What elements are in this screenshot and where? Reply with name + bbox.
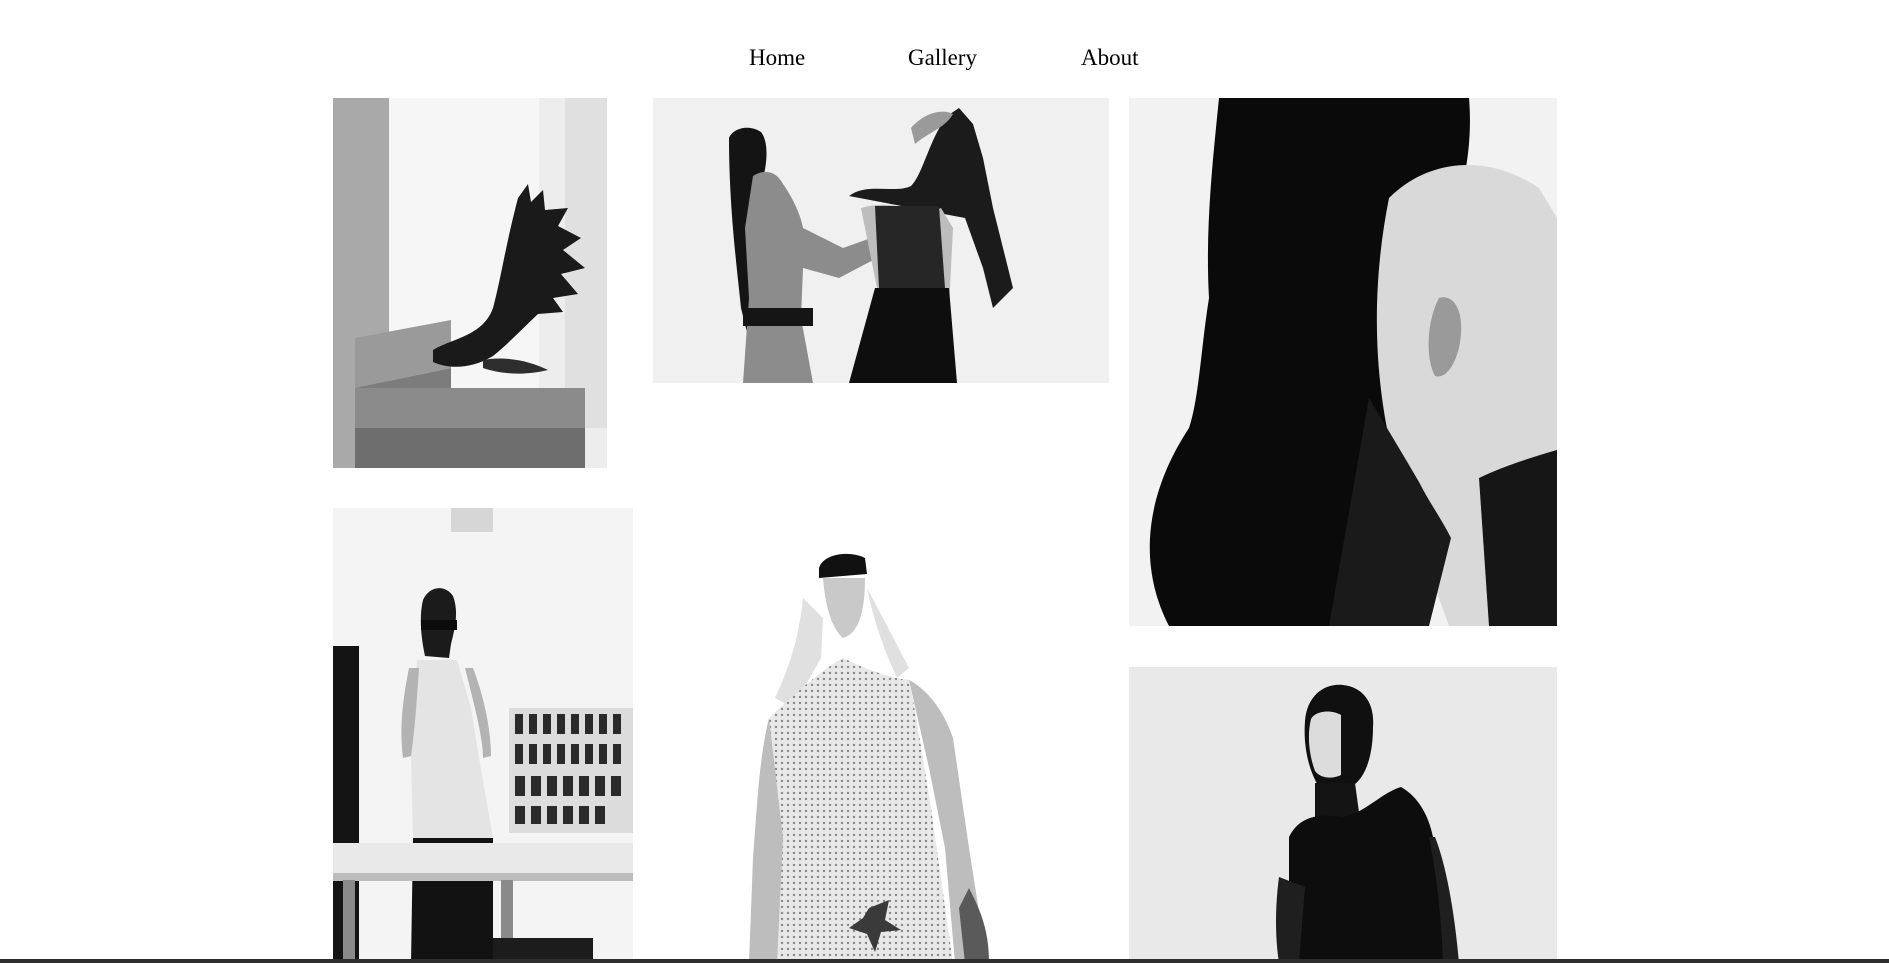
hooded-profile-photo <box>1129 98 1557 626</box>
nav-link-home[interactable]: Home <box>749 38 805 78</box>
nav-link-about[interactable]: About <box>1081 38 1139 78</box>
balaclava-model-photo <box>1129 667 1557 963</box>
viewport-bottom-edge <box>0 959 1889 963</box>
gallery-image-studio-model[interactable] <box>333 508 633 963</box>
gallery-image-mesh-top-model[interactable] <box>653 508 1109 963</box>
gallery-image-hooded-profile[interactable] <box>1129 98 1557 626</box>
gallery-image-two-models[interactable] <box>653 98 1109 383</box>
nav-link-gallery[interactable]: Gallery <box>908 38 977 78</box>
gallery-image-antler-sculpture[interactable] <box>333 98 607 468</box>
gallery-image-balaclava-model[interactable] <box>1129 667 1557 963</box>
two-models-photo <box>653 98 1109 383</box>
top-nav: Home Gallery About <box>0 38 1889 78</box>
studio-model-photo <box>333 508 633 963</box>
antler-sculpture-photo <box>333 98 607 468</box>
mesh-top-model-photo <box>653 508 1109 963</box>
